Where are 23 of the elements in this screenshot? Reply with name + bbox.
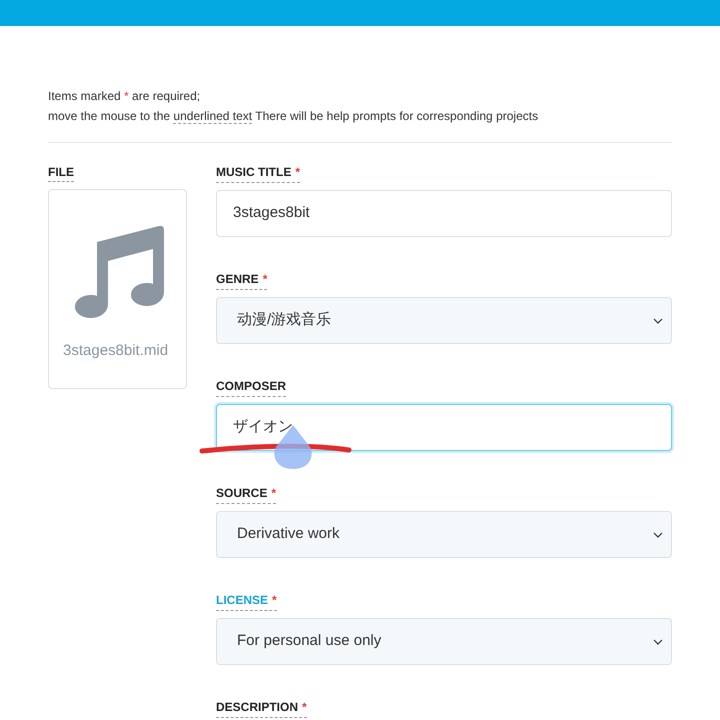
text-field[interactable]: ザイオン bbox=[216, 404, 672, 451]
required-mark: * bbox=[272, 592, 277, 609]
select-field[interactable]: For personal use only bbox=[216, 618, 672, 665]
field-label: COMPOSER bbox=[216, 378, 286, 395]
required-mark: * bbox=[295, 164, 300, 181]
chevron-down-icon bbox=[653, 318, 663, 324]
required-mark: * bbox=[262, 271, 268, 288]
chevron-down-icon bbox=[653, 532, 663, 538]
field-label: DESCRIPTION bbox=[216, 699, 298, 716]
file-label: FILE bbox=[48, 163, 74, 182]
field-label: SOURCE bbox=[216, 485, 268, 502]
text-field[interactable]: 3stages8bit bbox=[216, 190, 672, 237]
select-field[interactable]: 动漫/游戏音乐 bbox=[216, 297, 672, 344]
field-label: LICENSE bbox=[216, 592, 268, 609]
file-name: 3stages8bit.mid bbox=[63, 341, 168, 361]
field-label: MUSIC TITLE bbox=[216, 164, 292, 181]
required-note: Items marked * are required; bbox=[48, 88, 202, 105]
select-field[interactable]: Derivative work bbox=[216, 511, 672, 558]
required-mark: * bbox=[271, 485, 276, 502]
help-note: move the mouse to the underlined text There will be help prompts for corresponding projects bbox=[48, 108, 540, 126]
chevron-down-icon bbox=[653, 638, 663, 644]
required-mark: * bbox=[302, 699, 307, 716]
field-label: GENRE bbox=[216, 271, 259, 288]
